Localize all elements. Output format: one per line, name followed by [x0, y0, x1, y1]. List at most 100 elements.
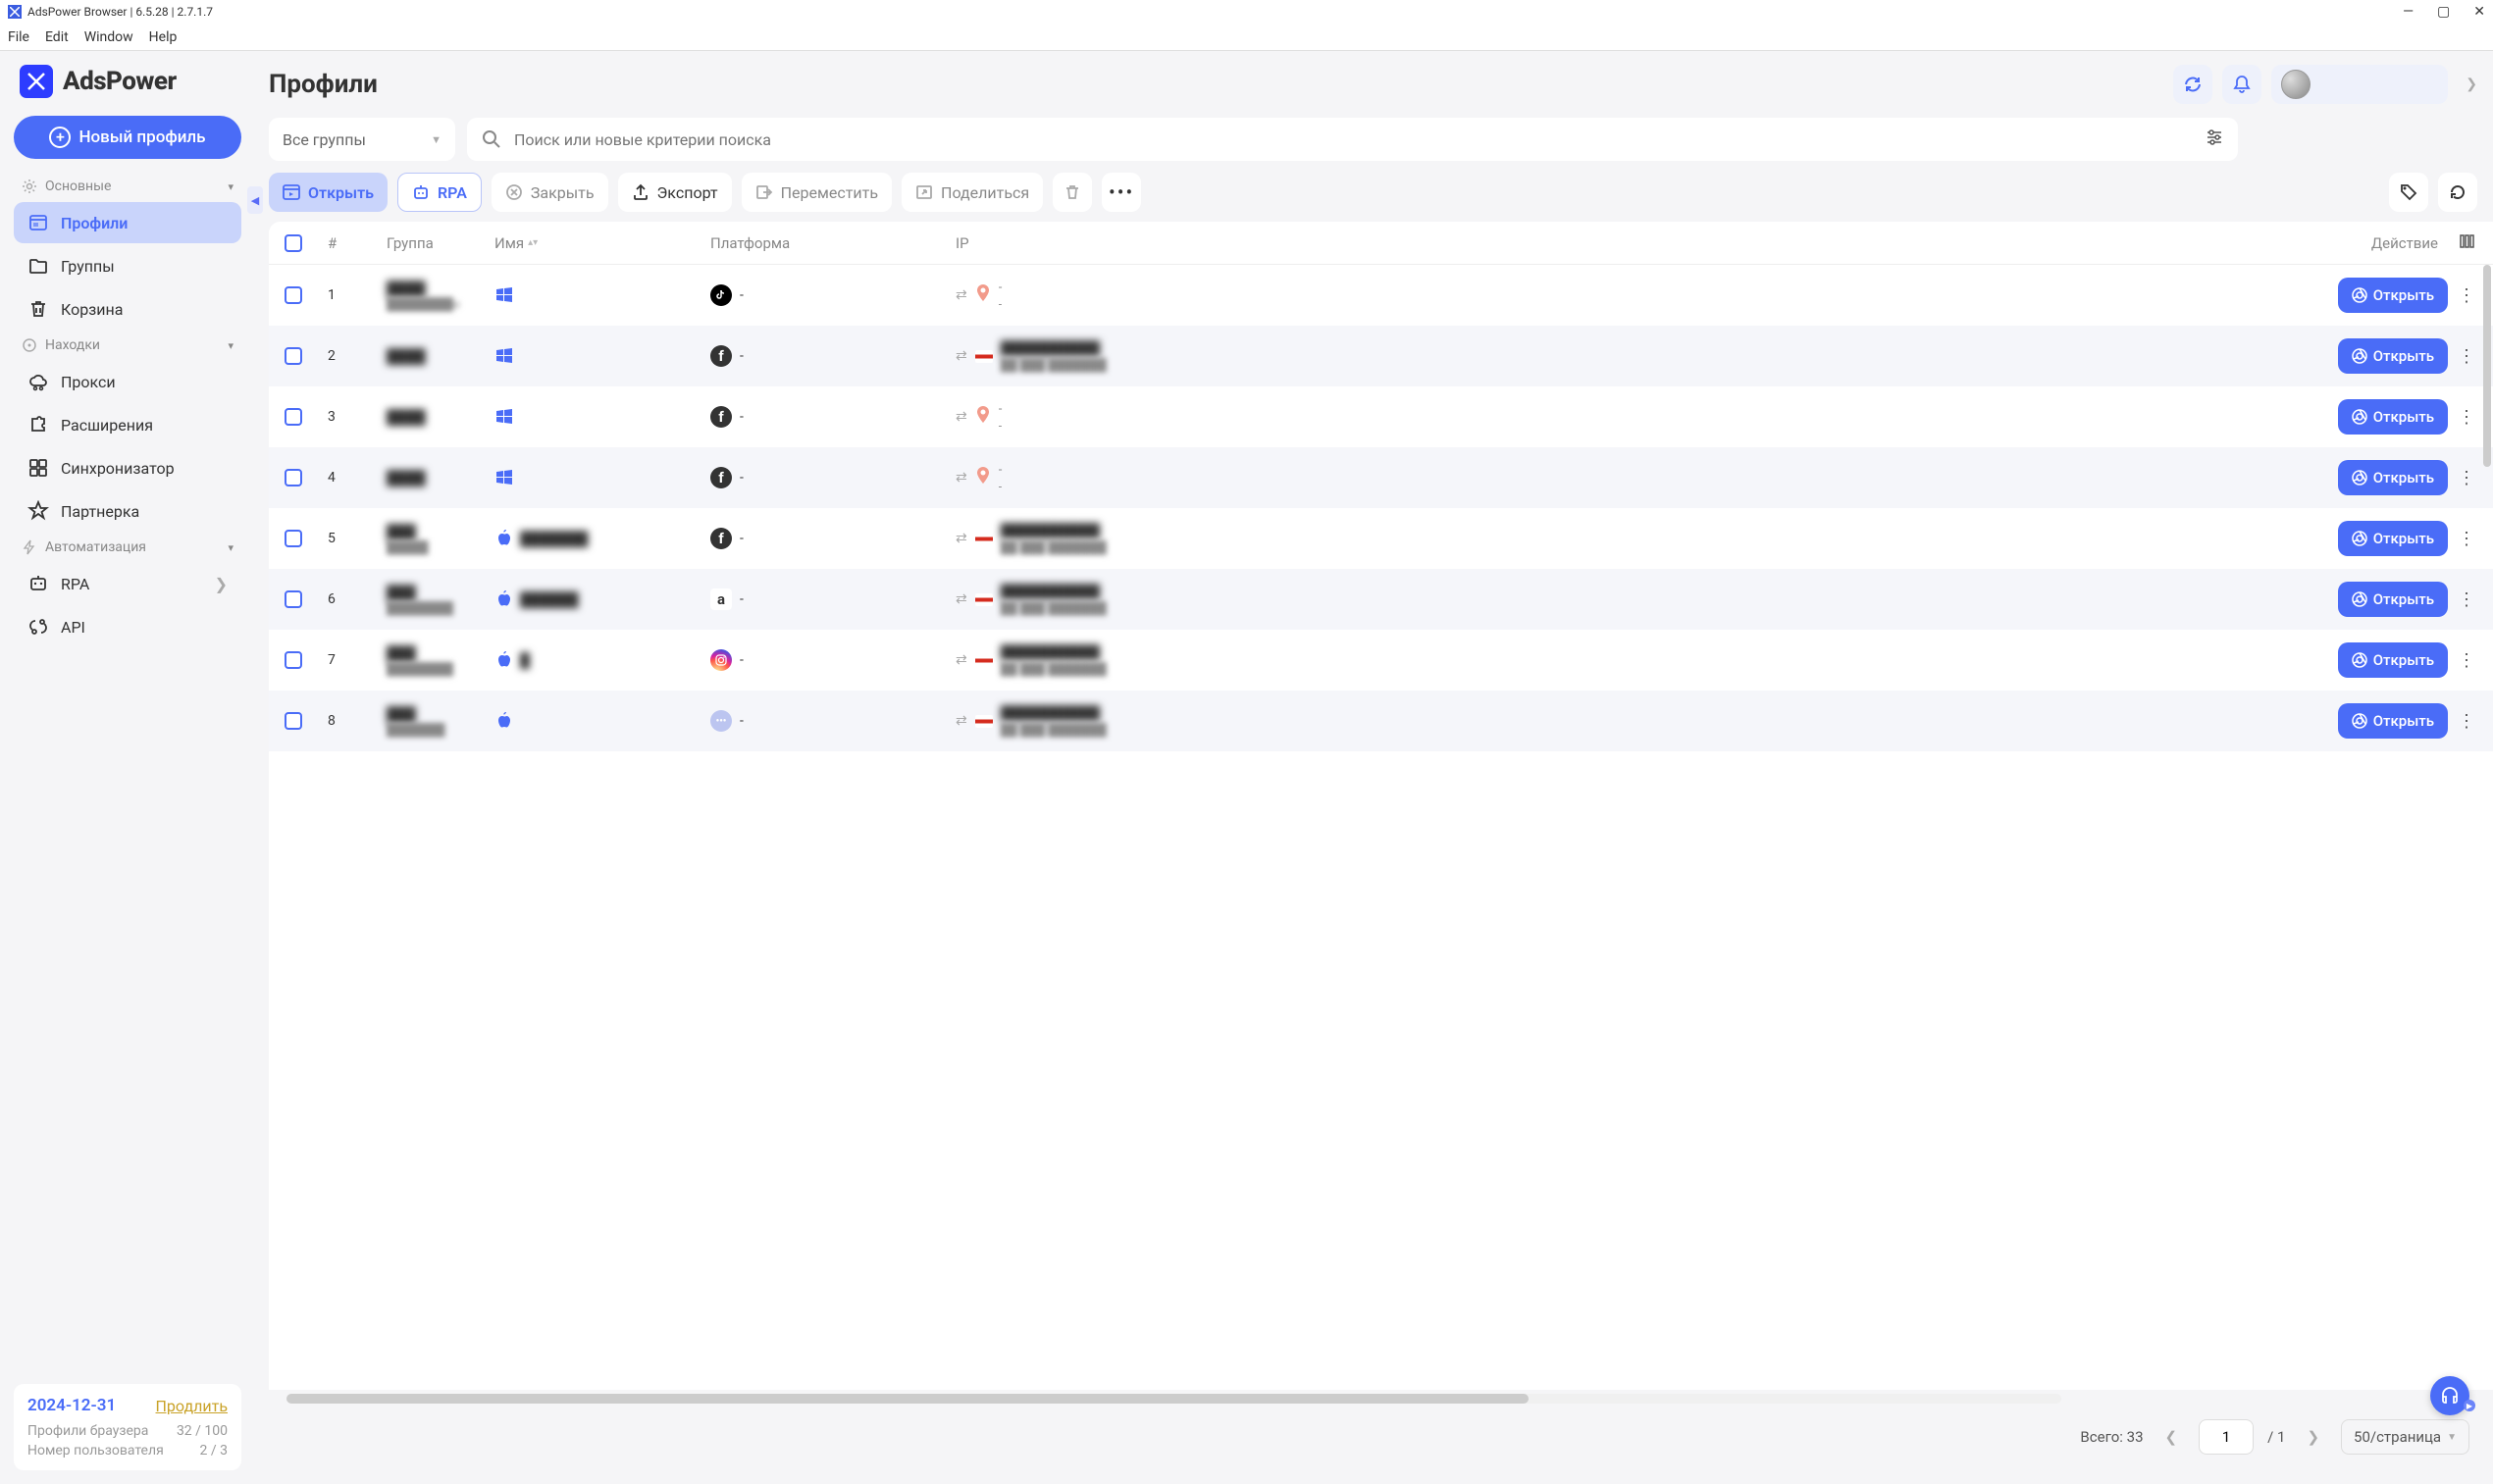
sidebar-item-star[interactable]: Партнерка	[14, 490, 241, 532]
profiles-table: # Группа Имя▴▾ Платформа IP Действие	[269, 222, 2493, 1390]
row-ip: ⇄█████████████ ███ ███████	[946, 523, 1171, 554]
row-open-button[interactable]: Открыть	[2338, 399, 2448, 435]
windows-icon	[494, 346, 514, 366]
row-more-button[interactable]: ⋮	[2458, 529, 2475, 549]
help-button[interactable]: ▶	[2430, 1376, 2469, 1415]
toolbar-more-button[interactable]: •••	[1102, 173, 1141, 212]
row-more-button[interactable]: ⋮	[2458, 589, 2475, 610]
toolbar-export-button[interactable]: Экспорт	[618, 173, 732, 212]
toolbar-rpa-button[interactable]: RPA	[397, 173, 482, 212]
row-group: ███████████	[377, 585, 485, 615]
select-all-checkbox[interactable]	[285, 234, 302, 252]
row-more-button[interactable]: ⋮	[2458, 650, 2475, 671]
sidebar-section-auto[interactable]: Автоматизация ▾	[14, 534, 241, 561]
instagram-icon	[710, 649, 732, 671]
facebook-icon: f	[710, 528, 732, 549]
row-open-button[interactable]: Открыть	[2338, 703, 2448, 739]
row-open-button[interactable]: Открыть	[2338, 460, 2448, 495]
row-more-button[interactable]: ⋮	[2458, 285, 2475, 306]
th-platform[interactable]: Платформа	[701, 234, 946, 252]
row-checkbox[interactable]	[285, 712, 302, 730]
row-checkbox[interactable]	[285, 286, 302, 304]
search-settings-icon[interactable]	[2205, 128, 2224, 151]
sidebar-item-profiles[interactable]: Профили	[14, 202, 241, 243]
sidebar-item-puzzle[interactable]: Расширения	[14, 404, 241, 445]
export-icon	[632, 183, 649, 201]
close-circle-icon	[505, 183, 523, 201]
sidebar-item-rpa[interactable]: RPA❯	[14, 563, 241, 604]
th-group[interactable]: Группа	[377, 234, 485, 252]
sidebar-item-cloud[interactable]: Прокси	[14, 361, 241, 402]
table-row: 7 ███████████ █ - ⇄█████████████ ███ ███…	[269, 630, 2493, 691]
maximize-button[interactable]: ▢	[2437, 4, 2450, 20]
row-more-button[interactable]: ⋮	[2458, 346, 2475, 367]
menu-file[interactable]: File	[8, 29, 29, 45]
page-input[interactable]	[2199, 1419, 2254, 1455]
row-open-button[interactable]: Открыть	[2338, 521, 2448, 556]
sidebar-item-sync[interactable]: Синхронизатор	[14, 447, 241, 488]
menu-edit[interactable]: Edit	[45, 29, 69, 45]
horizontal-scrollbar[interactable]	[286, 1394, 2061, 1404]
toolbar-delete-button[interactable]	[1053, 173, 1092, 212]
menubar: File Edit Window Help	[0, 24, 2493, 51]
prev-page-button[interactable]: ❮	[2157, 1424, 2186, 1450]
minimize-button[interactable]: —	[2403, 4, 2414, 20]
columns-icon[interactable]	[2460, 233, 2475, 253]
extend-link[interactable]: Продлить	[156, 1397, 228, 1415]
row-open-button[interactable]: Открыть	[2338, 278, 2448, 313]
refresh-button[interactable]	[2173, 65, 2212, 104]
row-checkbox[interactable]	[285, 469, 302, 486]
new-profile-button[interactable]: + Новый профиль	[14, 116, 241, 159]
th-ip[interactable]: IP	[946, 234, 1171, 252]
notifications-button[interactable]	[2222, 65, 2261, 104]
sidebar-item-trash[interactable]: Корзина	[14, 288, 241, 330]
toolbar-share-button[interactable]: Поделиться	[902, 173, 1043, 212]
toolbar-open-button[interactable]: Открыть	[269, 173, 388, 212]
sidebar-collapse-button[interactable]: ◀	[247, 186, 263, 214]
row-checkbox[interactable]	[285, 651, 302, 669]
table-header: # Группа Имя▴▾ Платформа IP Действие	[269, 222, 2493, 265]
account-button[interactable]	[2271, 65, 2448, 104]
search-input[interactable]	[514, 130, 2193, 149]
table-row: 5 ████████ ███████ f- ⇄█████████████ ███…	[269, 508, 2493, 569]
next-page-button[interactable]: ❯	[2299, 1424, 2327, 1450]
new-profile-label: Новый профиль	[78, 128, 205, 147]
row-checkbox[interactable]	[285, 347, 302, 365]
row-more-button[interactable]: ⋮	[2458, 468, 2475, 488]
menu-window[interactable]: Window	[84, 29, 133, 45]
page-size-select[interactable]: 50/страница ▼	[2341, 1419, 2469, 1455]
row-checkbox[interactable]	[285, 590, 302, 608]
bolt-icon	[22, 539, 37, 555]
menu-help[interactable]: Help	[149, 29, 178, 45]
sidebar-section-main[interactable]: Основные ▾	[14, 173, 241, 200]
sidebar-item-api[interactable]: API	[14, 606, 241, 647]
sidebar-item-folder[interactable]: Группы	[14, 245, 241, 286]
logo-text: AdsPower	[63, 67, 177, 96]
stat-users-label: Номер пользователя	[27, 1443, 164, 1458]
move-icon	[755, 183, 773, 201]
vertical-scrollbar[interactable]	[2483, 265, 2491, 1390]
th-num[interactable]: #	[318, 234, 377, 252]
toolbar-tags-button[interactable]	[2389, 173, 2428, 212]
row-ip: ⇄--	[946, 463, 1171, 493]
row-group: ████	[377, 409, 485, 426]
page-total: / 1	[2267, 1428, 2285, 1446]
swap-icon: ⇄	[956, 531, 967, 546]
close-button[interactable]: ✕	[2473, 4, 2485, 20]
row-checkbox[interactable]	[285, 408, 302, 426]
chevron-right-icon[interactable]: ❯	[2466, 77, 2477, 92]
th-name[interactable]: Имя▴▾	[485, 234, 701, 252]
row-open-button[interactable]: Открыть	[2338, 582, 2448, 617]
row-more-button[interactable]: ⋮	[2458, 407, 2475, 428]
search-box[interactable]	[467, 118, 2238, 161]
toolbar-reload-button[interactable]	[2438, 173, 2477, 212]
row-checkbox[interactable]	[285, 530, 302, 547]
row-open-button[interactable]: Открыть	[2338, 338, 2448, 374]
row-more-button[interactable]: ⋮	[2458, 711, 2475, 732]
group-select[interactable]: Все группы ▼	[269, 118, 455, 161]
toolbar-move-button[interactable]: Переместить	[742, 173, 892, 212]
robot-icon	[412, 183, 430, 201]
row-open-button[interactable]: Открыть	[2338, 642, 2448, 678]
sidebar-section-find[interactable]: Находки ▾	[14, 332, 241, 359]
toolbar-close-button[interactable]: Закрыть	[492, 173, 608, 212]
